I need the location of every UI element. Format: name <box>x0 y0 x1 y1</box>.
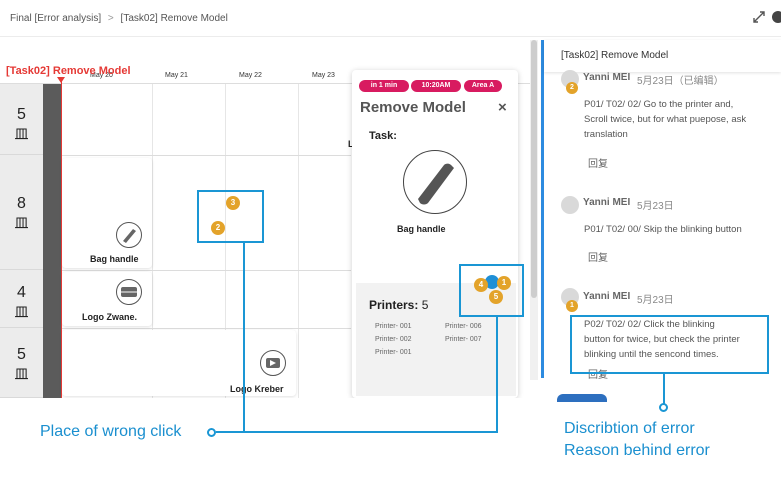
item-card[interactable]: Logo Zwane. <box>62 272 152 326</box>
topbar-divider <box>0 36 781 37</box>
comment-date: 5月23日 <box>637 201 674 212</box>
step-badge: 3 <box>226 196 240 210</box>
wrong-click-caption: Place of wrong click <box>40 423 182 440</box>
row-number: 4 <box>17 284 26 301</box>
comment-text: P01/ T02/ 00/ Skip the blinking button <box>584 222 774 237</box>
reply-link[interactable]: 回复 <box>588 155 608 170</box>
row-unit: 皿 <box>14 304 29 320</box>
row-bar <box>43 84 61 398</box>
popup-title: Remove Model <box>360 99 466 116</box>
grid-line <box>61 270 351 271</box>
item-label: Bag handle <box>90 254 139 264</box>
comments-title: [Task02] Remove Model <box>561 50 669 61</box>
avatar-icon <box>561 196 579 214</box>
printer-item[interactable]: Printer- 001 <box>375 349 412 356</box>
error-description-caption: Discribtion of error <box>564 420 695 437</box>
comment-line: translation <box>584 129 628 140</box>
reply-link[interactable]: 回复 <box>588 249 608 264</box>
printer-item[interactable]: Printer- 001 <box>375 323 412 330</box>
connector-line <box>496 317 498 432</box>
comment-author: Yanni MEI <box>583 291 631 302</box>
row-header: 8 皿 <box>0 155 43 270</box>
date-label: May 22 <box>239 72 262 79</box>
task-heading: Task: <box>369 130 397 142</box>
panel-divider[interactable] <box>541 40 544 378</box>
connector-line <box>243 243 245 432</box>
comment-author: Yanni MEI <box>583 72 631 83</box>
comment-line: P01/ T02/ 02/ Go to the printer and, <box>584 99 734 110</box>
breadcrumb-separator: > <box>107 13 114 24</box>
error-description-box <box>570 315 769 374</box>
printer-item[interactable]: Printer- 007 <box>445 336 482 343</box>
expand-icon[interactable] <box>752 10 766 24</box>
row-header: 4 皿 <box>0 270 43 328</box>
printers-heading-label: Printers: <box>369 298 419 312</box>
info-icon[interactable] <box>772 11 781 23</box>
row-number: 8 <box>17 195 26 212</box>
breadcrumb-current: [Task02] Remove Model <box>120 13 228 24</box>
row-unit: 皿 <box>14 215 29 231</box>
row-header: 5 皿 <box>0 84 43 155</box>
printer-item[interactable]: Printer- 002 <box>375 336 412 343</box>
date-label: May 21 <box>165 72 188 79</box>
grid-line <box>61 155 351 156</box>
grid-line <box>298 84 299 398</box>
step-badge: 2 <box>211 221 225 235</box>
task-label: [Task02] Remove Model <box>6 65 131 77</box>
row-number: 5 <box>17 346 26 363</box>
connector-line <box>663 374 665 404</box>
row-header: 5 皿 <box>0 328 43 398</box>
comment-text: P01/ T02/ 02/ Go to the printer and, Scr… <box>584 97 774 142</box>
date-label: May 23 <box>312 72 335 79</box>
item-label: Logo Kreber <box>230 384 284 394</box>
comment-line: Scroll twice, but for what puepose, ask <box>584 114 747 125</box>
comment-input-button[interactable] <box>557 394 607 402</box>
comment-author: Yanni MEI <box>583 197 631 208</box>
tag-eta: in 1 min <box>359 80 409 92</box>
step-badge: 1 <box>497 276 511 290</box>
item-card[interactable]: Logo Kreber <box>62 330 296 396</box>
bag-handle-icon <box>403 150 467 214</box>
breadcrumb-parent[interactable]: Final [Error analysis] <box>10 13 101 24</box>
connector-dot <box>207 428 216 437</box>
step-badge: 2 <box>566 82 578 94</box>
close-icon[interactable]: × <box>498 99 507 116</box>
scrollbar-thumb[interactable] <box>531 40 537 298</box>
tag-area: Area A <box>464 80 502 92</box>
printers-count: 5 <box>421 298 429 312</box>
logo-zwane-icon <box>116 279 142 305</box>
printers-heading: Printers: 5 <box>369 298 428 312</box>
logo-kreber-icon <box>260 350 286 376</box>
current-time-marker <box>57 77 65 83</box>
task-item-label: Bag handle <box>397 224 446 234</box>
item-label: Logo Zwane. <box>82 312 137 322</box>
printer-item[interactable]: Printer- 006 <box>445 323 482 330</box>
breadcrumb: Final [Error analysis] > [Task02] Remove… <box>10 13 228 24</box>
comment-date: 5月23日（已编辑） <box>637 76 724 87</box>
step-badge: 4 <box>474 278 488 292</box>
comment-line: P01/ T02/ 00/ Skip the blinking button <box>584 224 742 235</box>
bag-handle-icon <box>116 222 142 248</box>
row-unit: 皿 <box>14 126 29 142</box>
connector-line <box>216 431 498 433</box>
grid-line <box>61 328 351 329</box>
comment-date: 5月23日 <box>637 295 674 306</box>
row-number: 5 <box>17 106 26 123</box>
step-badge: 1 <box>566 300 578 312</box>
connector-dot <box>659 403 668 412</box>
tag-time: 10:20AM <box>411 80 461 92</box>
row-unit: 皿 <box>14 366 29 382</box>
current-time-line <box>61 78 62 398</box>
step-badge: 5 <box>489 290 503 304</box>
item-card[interactable]: Bag handle <box>62 158 152 268</box>
error-reason-caption: Reason behind error <box>564 442 710 459</box>
